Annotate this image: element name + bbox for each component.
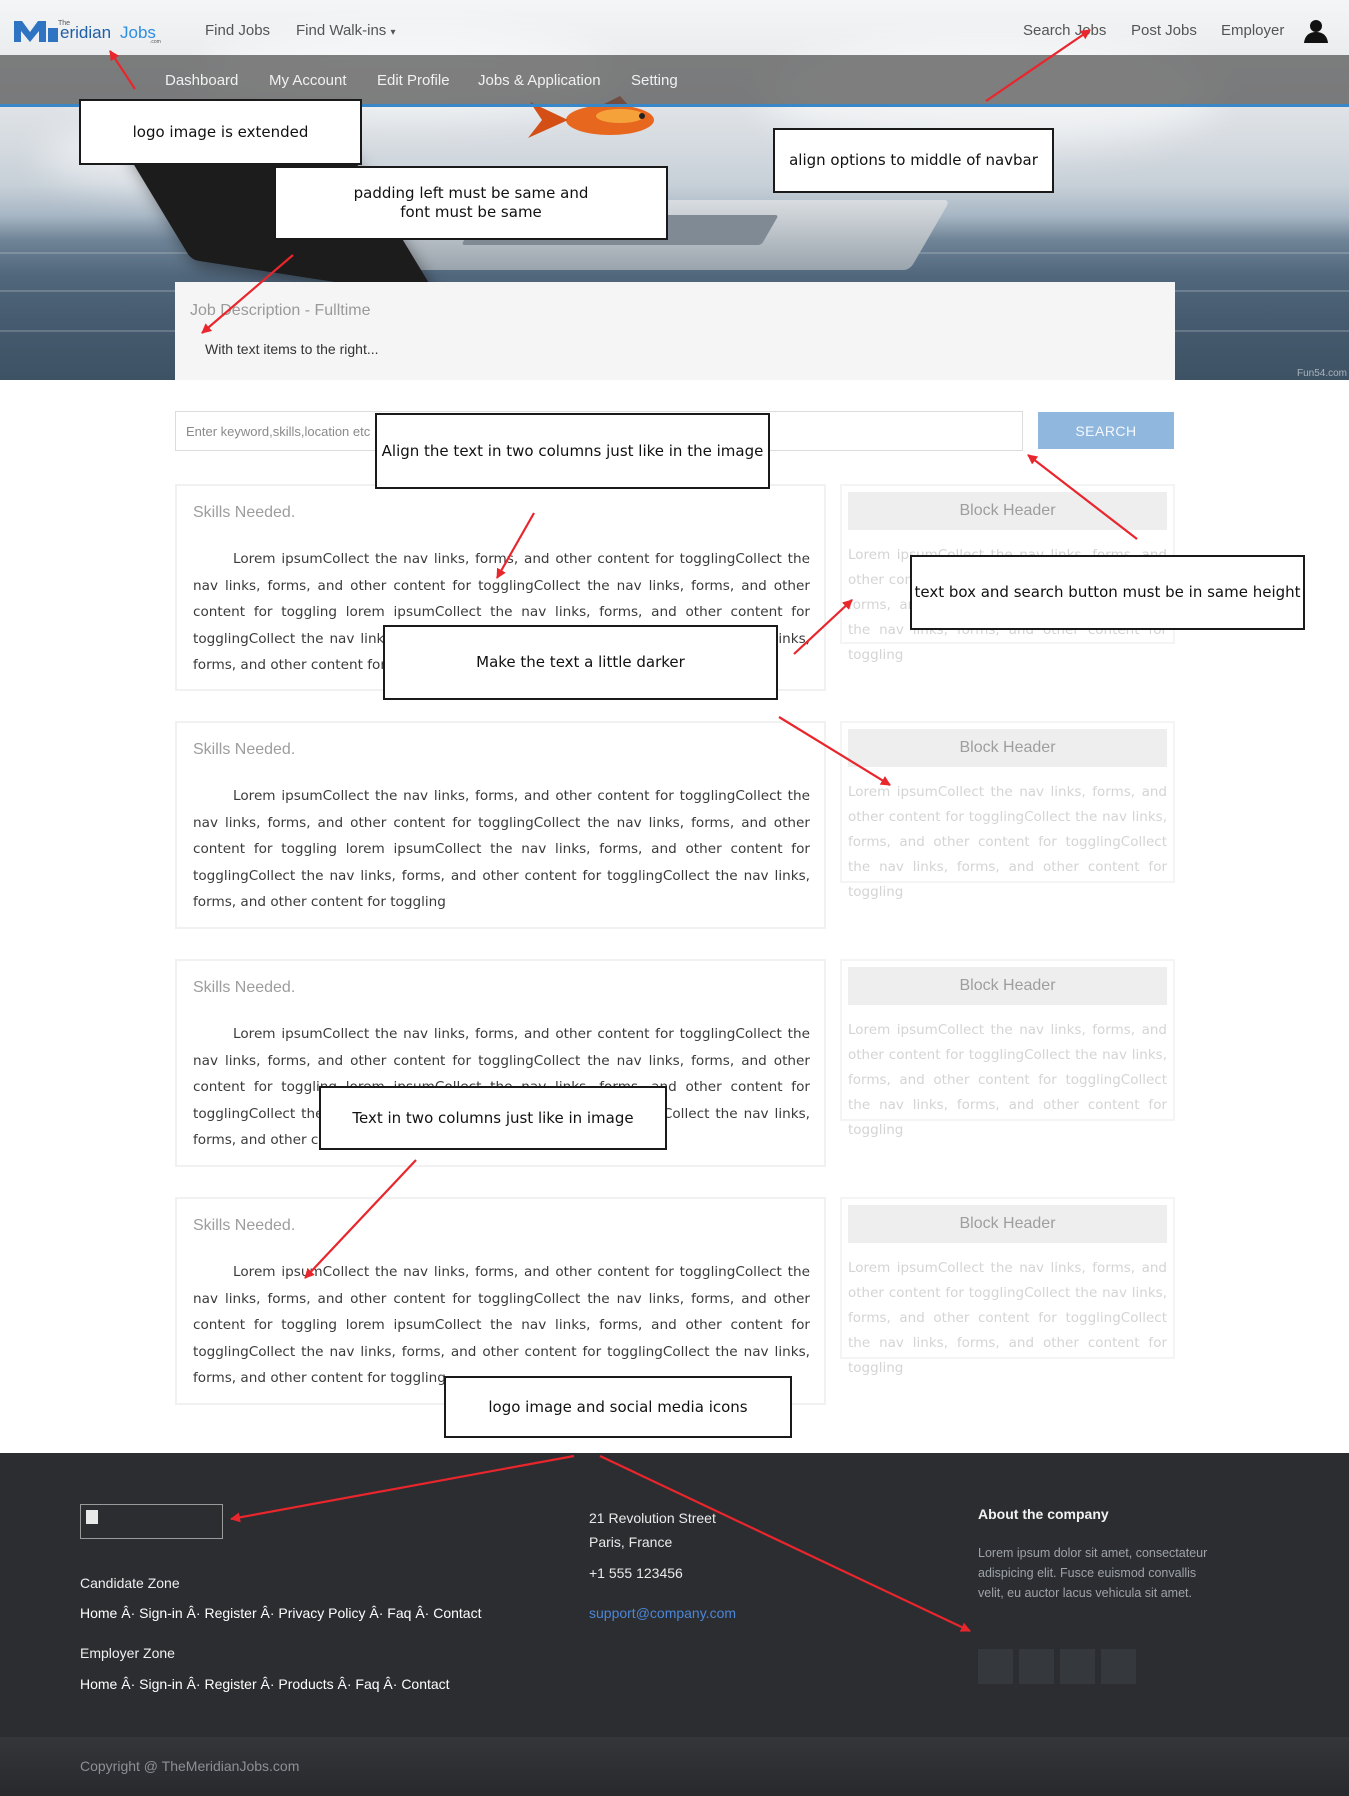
side-block-body: Lorem ipsumCollect the nav links, forms,… — [848, 784, 1167, 900]
skills-card: Skills Needed. Lorem ipsumCollect the na… — [175, 1197, 826, 1405]
user-icon[interactable] — [1303, 19, 1329, 43]
social-icon[interactable] — [1101, 1649, 1136, 1684]
social-icon[interactable] — [1019, 1649, 1054, 1684]
card-title: Skills Needed. — [193, 504, 296, 521]
broken-image-icon — [86, 1510, 98, 1524]
copyright-bar: Copyright @ TheMeridianJobs.com — [0, 1737, 1349, 1796]
subnav-dashboard[interactable]: Dashboard — [165, 72, 238, 89]
employer-zone-heading: Employer Zone — [80, 1645, 175, 1661]
card-title: Skills Needed. — [193, 741, 296, 758]
subnav-edit-profile[interactable]: Edit Profile — [377, 72, 450, 89]
annotation-align-nav: align options to middle of navbar — [773, 128, 1054, 193]
card-title: Skills Needed. — [193, 979, 296, 996]
candidate-zone-heading: Candidate Zone — [80, 1575, 180, 1591]
phone-number: +1 555 123456 — [589, 1565, 683, 1581]
side-block-body: Lorem ipsumCollect the nav links, forms,… — [848, 1022, 1167, 1138]
side-block: Block Header Lorem ipsumCollect the nav … — [840, 721, 1175, 900]
social-icon[interactable] — [1060, 1649, 1095, 1684]
nav-post-jobs[interactable]: Post Jobs — [1131, 22, 1197, 39]
site-footer: Candidate Zone Home Â· Sign-in Â· Regist… — [0, 1453, 1349, 1737]
annotation-logo: logo image is extended — [79, 99, 362, 165]
nav-find-jobs[interactable]: Find Jobs — [205, 22, 270, 39]
card-body: Lorem ipsumCollect the nav links, forms,… — [193, 788, 810, 911]
caret-down-icon: ▾ — [390, 27, 396, 38]
annotation-two-columns: Align the text in two columns just like … — [375, 413, 770, 489]
address-line-1: 21 Revolution Street — [589, 1510, 716, 1526]
nav-find-walk-ins-label: Find Walk-ins — [296, 22, 387, 39]
nav-find-walk-ins[interactable]: Find Walk-ins ▾ — [296, 22, 396, 39]
side-block-header: Block Header — [848, 729, 1167, 767]
side-block: Block Header Lorem ipsumCollect the nav … — [840, 1197, 1175, 1376]
annotation-padding: padding left must be same and font must … — [274, 166, 668, 240]
side-block-body: Lorem ipsumCollect the nav links, forms,… — [848, 1260, 1167, 1376]
watermark: Fun54.com — [1296, 368, 1347, 379]
card-title: Skills Needed. — [193, 1217, 296, 1234]
svg-text:.com: .com — [150, 39, 161, 44]
social-icon[interactable] — [978, 1649, 1013, 1684]
about-heading: About the company — [978, 1506, 1109, 1522]
annotation-search-height: text box and search button must be in sa… — [910, 555, 1305, 630]
card-body: Lorem ipsumCollect the nav links, forms,… — [193, 1264, 810, 1387]
job-title: Job Description - Fulltime — [190, 302, 371, 319]
skills-card: Skills Needed. Lorem ipsumCollect the na… — [175, 721, 826, 929]
job-subtitle: With text items to the right... — [205, 341, 379, 357]
nav-employer[interactable]: Employer — [1221, 22, 1284, 39]
search-button[interactable]: SEARCH — [1038, 412, 1174, 449]
employer-zone-links[interactable]: Home Â· Sign-in Â· Register Â· Products … — [80, 1676, 450, 1692]
footer-logo-image[interactable] — [80, 1504, 223, 1539]
annotation-two-columns-b: Text in two columns just like in image — [319, 1086, 667, 1150]
svg-text:The: The — [58, 20, 70, 27]
side-block: Block Header Lorem ipsumCollect the nav … — [840, 959, 1175, 1138]
hero-banner: Fun54.com eridian Jobs The .com Find Job… — [0, 0, 1349, 380]
annotation-footer-logo: logo image and social media icons — [444, 1376, 792, 1438]
nav-search-jobs[interactable]: Search Jobs — [1023, 22, 1106, 39]
subnav-setting[interactable]: Setting — [631, 72, 678, 89]
side-block-header: Block Header — [848, 1205, 1167, 1243]
side-block-header: Block Header — [848, 967, 1167, 1005]
subnav-my-account[interactable]: My Account — [269, 72, 347, 89]
copyright-text: Copyright @ TheMeridianJobs.com — [80, 1758, 300, 1774]
annotation-darker: Make the text a little darker — [383, 625, 778, 700]
about-text: Lorem ipsum dolor sit amet, consectateur… — [978, 1546, 1208, 1600]
site-logo[interactable]: eridian Jobs The .com — [14, 18, 177, 44]
email-link[interactable]: support@company.com — [589, 1605, 736, 1621]
side-block-header: Block Header — [848, 492, 1167, 530]
address-line-2: Paris, France — [589, 1534, 673, 1550]
top-navbar: eridian Jobs The .com Find Jobs Find Wal… — [0, 0, 1349, 55]
job-description-panel: Job Description - Fulltime With text ite… — [175, 282, 1175, 380]
candidate-zone-links[interactable]: Home Â· Sign-in Â· Register Â· Privacy P… — [80, 1605, 481, 1621]
subnav-jobs-application[interactable]: Jobs & Application — [478, 72, 601, 89]
